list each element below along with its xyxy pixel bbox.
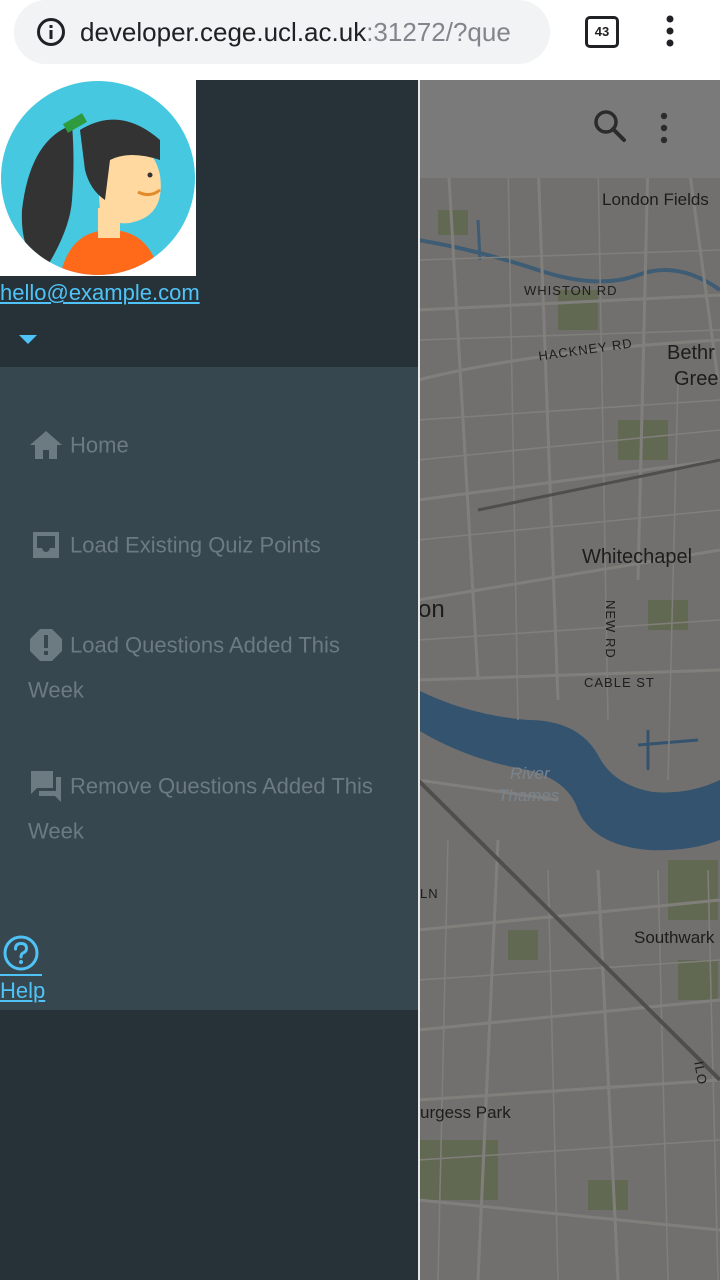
search-icon[interactable] — [592, 108, 628, 144]
menu-item-label: Load Existing Quiz Points — [70, 532, 321, 558]
more-options-icon[interactable] — [654, 110, 674, 146]
tab-switcher-button[interactable]: 43 — [585, 16, 619, 48]
menu-item-label: Remove Questions Added This Week — [28, 773, 373, 844]
menu-item-load-questions-week[interactable]: Load Questions Added This Week — [28, 622, 398, 711]
help-divider — [0, 974, 42, 976]
url-text[interactable]: developer.cege.ucl.ac.uk:31272/?que — [80, 14, 535, 50]
map-view[interactable]: London Fields WHISTON RD HACKNEY RD Beth… — [418, 80, 720, 1280]
account-email-link[interactable]: hello@example.com — [0, 280, 200, 306]
menu-item-home[interactable]: Home — [28, 422, 398, 467]
home-icon — [30, 431, 62, 460]
avatar[interactable] — [0, 80, 196, 276]
scrim-overlay[interactable] — [418, 80, 720, 1280]
menu-item-label: Home — [70, 432, 129, 458]
help-icon[interactable] — [2, 934, 40, 972]
alert-octagon-icon — [30, 629, 62, 662]
url-path: :31272/?que — [366, 17, 511, 47]
inbox-icon — [33, 532, 59, 559]
info-icon[interactable] — [36, 17, 66, 47]
menu-item-load-quiz-points[interactable]: Load Existing Quiz Points — [28, 522, 398, 567]
app-bar — [418, 80, 720, 178]
forum-icon — [31, 771, 61, 803]
help-link[interactable]: Help — [0, 978, 45, 1004]
menu-item-label: Load Questions Added This Week — [28, 632, 340, 703]
menu-item-remove-questions-week[interactable]: Remove Questions Added This Week — [28, 763, 398, 852]
browser-menu-icon[interactable] — [660, 14, 680, 50]
drawer-divider — [418, 80, 420, 1280]
browser-toolbar: developer.cege.ucl.ac.uk:31272/?que 43 — [0, 0, 720, 80]
drawer-menu: Home Load Existing Quiz Points Load Ques… — [0, 367, 418, 1010]
url-host: developer.cege.ucl.ac.uk — [80, 17, 367, 47]
account-dropdown-icon[interactable] — [18, 334, 38, 346]
